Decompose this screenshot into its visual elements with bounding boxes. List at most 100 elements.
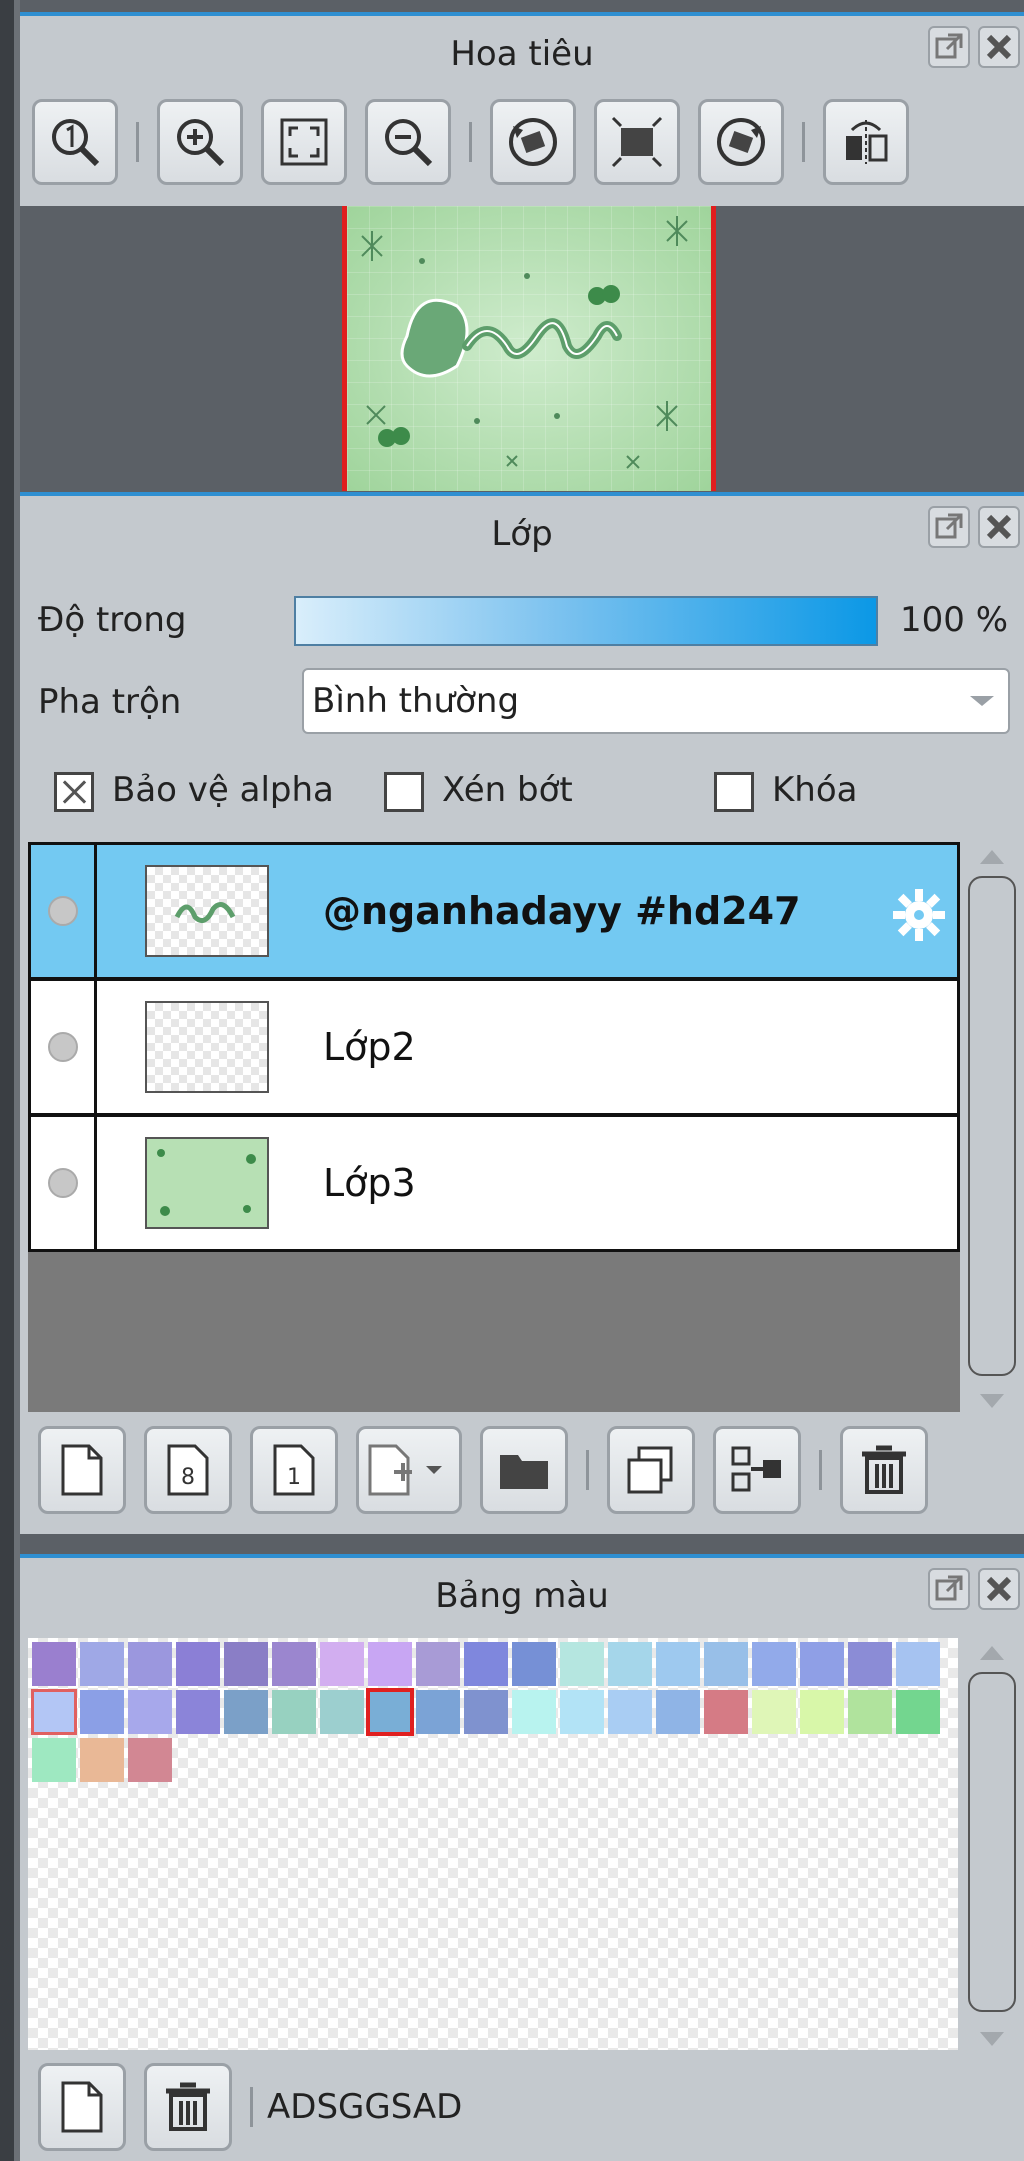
color-swatch[interactable] bbox=[176, 1690, 220, 1734]
toolbar-separator bbox=[802, 122, 805, 162]
delete-palette-icon[interactable] bbox=[144, 2063, 232, 2151]
scroll-up-icon[interactable] bbox=[980, 1646, 1004, 1660]
visibility-dot-icon bbox=[47, 896, 78, 926]
new-8bit-layer-icon[interactable]: 8 bbox=[144, 1426, 232, 1514]
color-swatch[interactable] bbox=[224, 1642, 268, 1686]
detach-panel-icon[interactable] bbox=[928, 1568, 970, 1610]
opacity-slider[interactable] bbox=[294, 596, 878, 646]
clipping-checkbox[interactable] bbox=[384, 772, 424, 812]
color-swatch[interactable] bbox=[31, 1689, 77, 1735]
color-swatch[interactable] bbox=[752, 1690, 796, 1734]
new-1bit-layer-icon[interactable]: 1 bbox=[250, 1426, 338, 1514]
color-swatch[interactable] bbox=[272, 1690, 316, 1734]
palette-toolbar: ADSGGSAD bbox=[38, 2063, 462, 2151]
close-panel-icon[interactable] bbox=[978, 1568, 1020, 1610]
scroll-down-icon[interactable] bbox=[980, 2032, 1004, 2046]
color-swatch[interactable] bbox=[32, 1738, 76, 1782]
visibility-dot-icon bbox=[47, 1032, 78, 1062]
color-swatch[interactable] bbox=[464, 1690, 508, 1734]
zoom-actual-size-icon[interactable] bbox=[32, 99, 118, 185]
color-swatch[interactable] bbox=[704, 1642, 748, 1686]
color-swatch[interactable] bbox=[512, 1642, 556, 1686]
clipping-label: Xén bớt bbox=[442, 770, 573, 810]
reset-view-icon[interactable] bbox=[594, 99, 680, 185]
color-swatch[interactable] bbox=[80, 1738, 124, 1782]
scrollbar-thumb[interactable] bbox=[968, 1672, 1016, 2012]
blend-mode-label: Pha trộn bbox=[38, 682, 182, 722]
lock-checkbox[interactable] bbox=[714, 772, 754, 812]
color-swatch[interactable] bbox=[464, 1642, 508, 1686]
color-swatch[interactable] bbox=[656, 1642, 700, 1686]
palette-name: ADSGGSAD bbox=[267, 2087, 463, 2127]
color-swatch[interactable] bbox=[848, 1690, 892, 1734]
flip-horizontal-icon[interactable] bbox=[823, 99, 909, 185]
new-layer-icon[interactable] bbox=[38, 1426, 126, 1514]
color-swatch[interactable] bbox=[896, 1642, 940, 1686]
color-swatch[interactable] bbox=[656, 1690, 700, 1734]
color-swatch[interactable] bbox=[560, 1642, 604, 1686]
color-swatch[interactable] bbox=[320, 1690, 364, 1734]
svg-text:1: 1 bbox=[287, 1465, 301, 1490]
color-swatch[interactable] bbox=[128, 1738, 172, 1782]
layer-row[interactable]: Lớp3 bbox=[28, 1114, 960, 1252]
rotate-right-icon[interactable] bbox=[698, 99, 784, 185]
rotate-left-icon[interactable] bbox=[490, 99, 576, 185]
scrollbar-thumb[interactable] bbox=[968, 876, 1016, 1376]
color-swatch[interactable] bbox=[608, 1690, 652, 1734]
protect-alpha-checkbox[interactable] bbox=[54, 772, 94, 812]
fit-window-icon[interactable] bbox=[261, 99, 347, 185]
add-layer-dropdown-icon[interactable] bbox=[356, 1426, 462, 1514]
blend-mode-select[interactable]: Bình thường bbox=[302, 668, 1010, 734]
layer-visibility-toggle[interactable] bbox=[31, 981, 97, 1113]
color-swatch[interactable] bbox=[704, 1690, 748, 1734]
detach-panel-icon[interactable] bbox=[928, 26, 970, 68]
toolbar-separator bbox=[136, 122, 139, 162]
color-swatch[interactable] bbox=[224, 1690, 268, 1734]
layer-row[interactable]: @nganhadayy #hd247 bbox=[28, 842, 960, 980]
svg-text:8: 8 bbox=[181, 1465, 195, 1490]
color-swatch[interactable] bbox=[320, 1642, 364, 1686]
navigator-view[interactable] bbox=[20, 206, 1024, 491]
color-swatch[interactable] bbox=[368, 1642, 412, 1686]
merge-down-icon[interactable] bbox=[713, 1426, 801, 1514]
gear-icon[interactable] bbox=[891, 887, 947, 943]
color-swatch[interactable] bbox=[752, 1642, 796, 1686]
close-panel-icon[interactable] bbox=[978, 506, 1020, 548]
delete-layer-icon[interactable] bbox=[840, 1426, 928, 1514]
close-panel-icon[interactable] bbox=[978, 26, 1020, 68]
chevron-down-icon bbox=[970, 696, 994, 706]
color-swatch[interactable] bbox=[800, 1690, 844, 1734]
color-swatch[interactable] bbox=[176, 1642, 220, 1686]
color-swatch[interactable] bbox=[366, 1688, 414, 1736]
color-swatch[interactable] bbox=[416, 1642, 460, 1686]
color-swatch[interactable] bbox=[896, 1690, 940, 1734]
canvas-preview[interactable] bbox=[342, 206, 716, 491]
color-swatch[interactable] bbox=[560, 1690, 604, 1734]
color-swatch[interactable] bbox=[128, 1690, 172, 1734]
zoom-out-icon[interactable] bbox=[365, 99, 451, 185]
color-swatch[interactable] bbox=[32, 1642, 76, 1686]
palette-scrollbar[interactable] bbox=[966, 1638, 1018, 2050]
color-swatch[interactable] bbox=[512, 1690, 556, 1734]
color-swatch[interactable] bbox=[848, 1642, 892, 1686]
color-swatch[interactable] bbox=[416, 1690, 460, 1734]
new-folder-icon[interactable] bbox=[480, 1426, 568, 1514]
scroll-up-icon[interactable] bbox=[980, 850, 1004, 864]
opacity-label: Độ trong bbox=[38, 600, 187, 640]
new-palette-icon[interactable] bbox=[38, 2063, 126, 2151]
zoom-in-icon[interactable] bbox=[157, 99, 243, 185]
duplicate-layer-icon[interactable] bbox=[607, 1426, 695, 1514]
layer-visibility-toggle[interactable] bbox=[31, 1117, 97, 1249]
scroll-down-icon[interactable] bbox=[980, 1394, 1004, 1408]
color-swatch[interactable] bbox=[128, 1642, 172, 1686]
color-swatch[interactable] bbox=[608, 1642, 652, 1686]
color-swatch[interactable] bbox=[80, 1690, 124, 1734]
layer-row[interactable]: Lớp2 bbox=[28, 978, 960, 1116]
layer-visibility-toggle[interactable] bbox=[31, 845, 97, 977]
color-swatch[interactable] bbox=[272, 1642, 316, 1686]
color-swatch[interactable] bbox=[800, 1642, 844, 1686]
layer-scrollbar[interactable] bbox=[966, 842, 1018, 1412]
navigator-panel: Hoa tiêu bbox=[20, 12, 1024, 491]
detach-panel-icon[interactable] bbox=[928, 506, 970, 548]
color-swatch[interactable] bbox=[80, 1642, 124, 1686]
